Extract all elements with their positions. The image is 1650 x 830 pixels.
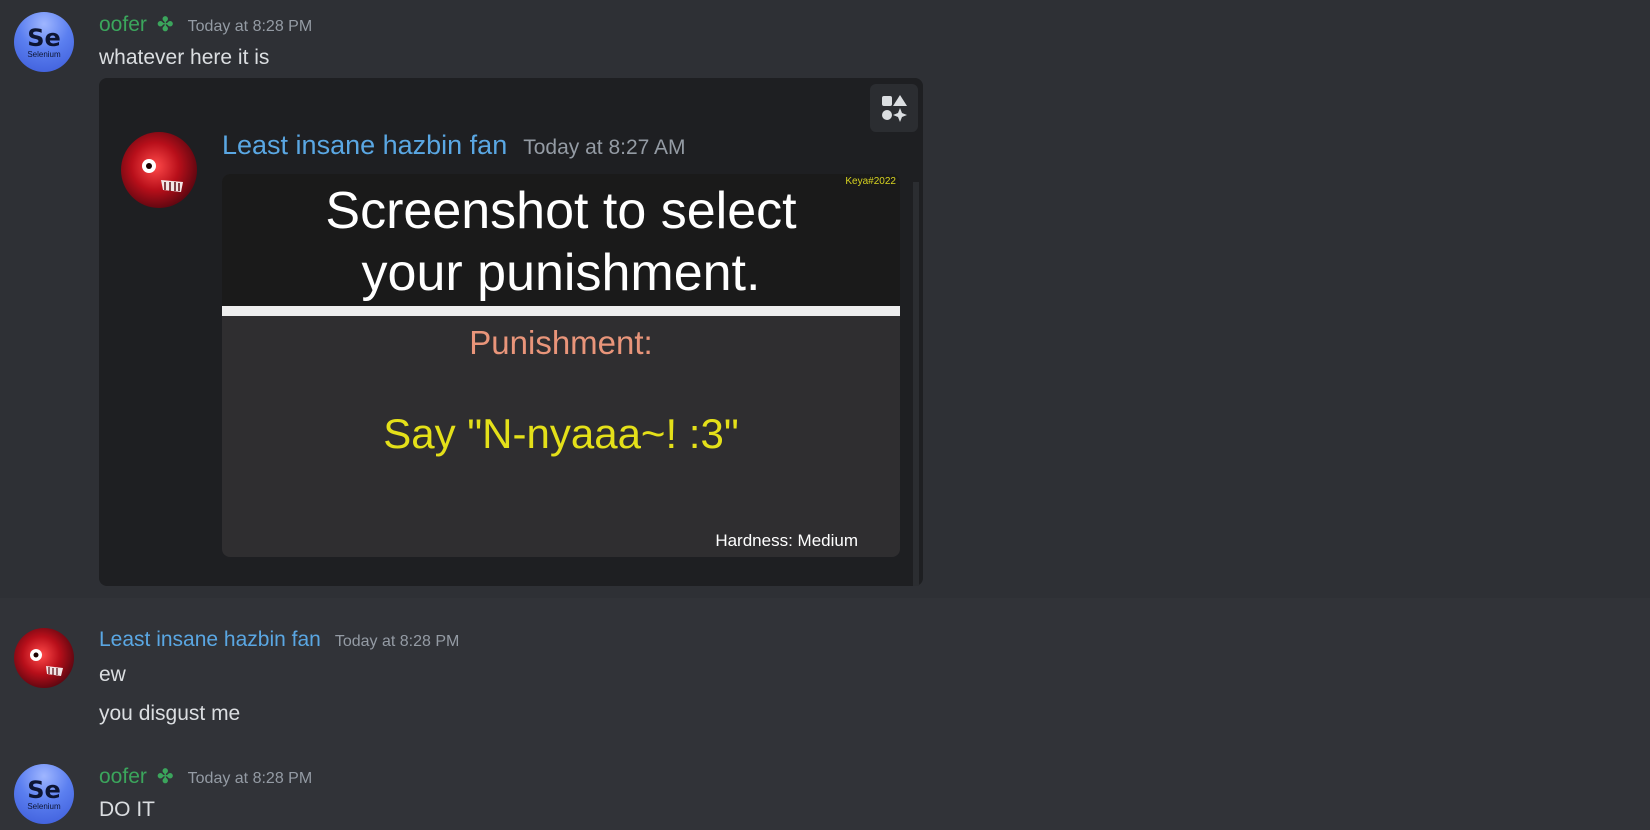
four-leaf-clover-icon[interactable]: ✤ (157, 764, 174, 789)
message-text: ew (99, 663, 126, 686)
meme-title-line-1: Screenshot to select (325, 182, 797, 240)
username[interactable]: Least insane hazbin fan (99, 628, 321, 652)
watermark: Keya#2022 (845, 176, 896, 187)
message-header: Least insane hazbin fan Today at 8:28 PM (99, 628, 459, 652)
apps-icon[interactable] (870, 84, 918, 132)
avatar[interactable] (14, 628, 74, 688)
message-text: whatever here it is (99, 46, 270, 69)
embed-header: Least insane hazbin fan Today at 8:27 AM (222, 130, 686, 161)
avatar-element-name: Selenium (27, 802, 61, 811)
avatar[interactable] (121, 132, 197, 208)
embed-scrollbar[interactable] (913, 182, 919, 586)
meme-divider (222, 306, 900, 316)
punishment-label: Punishment: (469, 324, 653, 361)
username[interactable]: oofer (99, 13, 147, 37)
message-1: Se Selenium oofer ✤ Today at 8:28 PM wha… (0, 0, 1650, 598)
message-header: oofer ✤ Today at 8:28 PM (99, 764, 312, 789)
message-3: Se Selenium oofer ✤ Today at 8:28 PM DO … (0, 728, 1650, 830)
message-text: DO IT (99, 798, 155, 821)
message-2: Least insane hazbin fan Today at 8:28 PM… (0, 598, 1650, 728)
avatar[interactable]: Se Selenium (14, 12, 74, 72)
avatar-symbol: Se (27, 776, 61, 804)
four-leaf-clover-icon[interactable]: ✤ (157, 12, 174, 37)
avatar-symbol: Se (27, 24, 61, 52)
timestamp: Today at 8:28 PM (187, 770, 313, 787)
embed-timestamp: Today at 8:27 AM (523, 136, 686, 159)
avatar-element-name: Selenium (27, 50, 61, 59)
timestamp: Today at 8:28 PM (334, 633, 460, 650)
meme-title-line-2: your punishment. (361, 244, 761, 302)
meme-title: Screenshot to select your punishment. (222, 180, 900, 304)
punishment-text: Say "N-nyaaa~! :3" (383, 410, 739, 457)
meme-image[interactable]: Screenshot to select your punishment. Ke… (222, 174, 900, 557)
embed-username[interactable]: Least insane hazbin fan (222, 130, 507, 161)
username[interactable]: oofer (99, 765, 147, 789)
forwarded-message-embed: Least insane hazbin fan Today at 8:27 AM… (99, 78, 923, 586)
avatar[interactable]: Se Selenium (14, 764, 74, 824)
message-text: you disgust me (99, 702, 241, 725)
timestamp: Today at 8:28 PM (187, 18, 313, 35)
message-header: oofer ✤ Today at 8:28 PM (99, 12, 312, 37)
hardness-label: Hardness: Medium (715, 531, 858, 550)
